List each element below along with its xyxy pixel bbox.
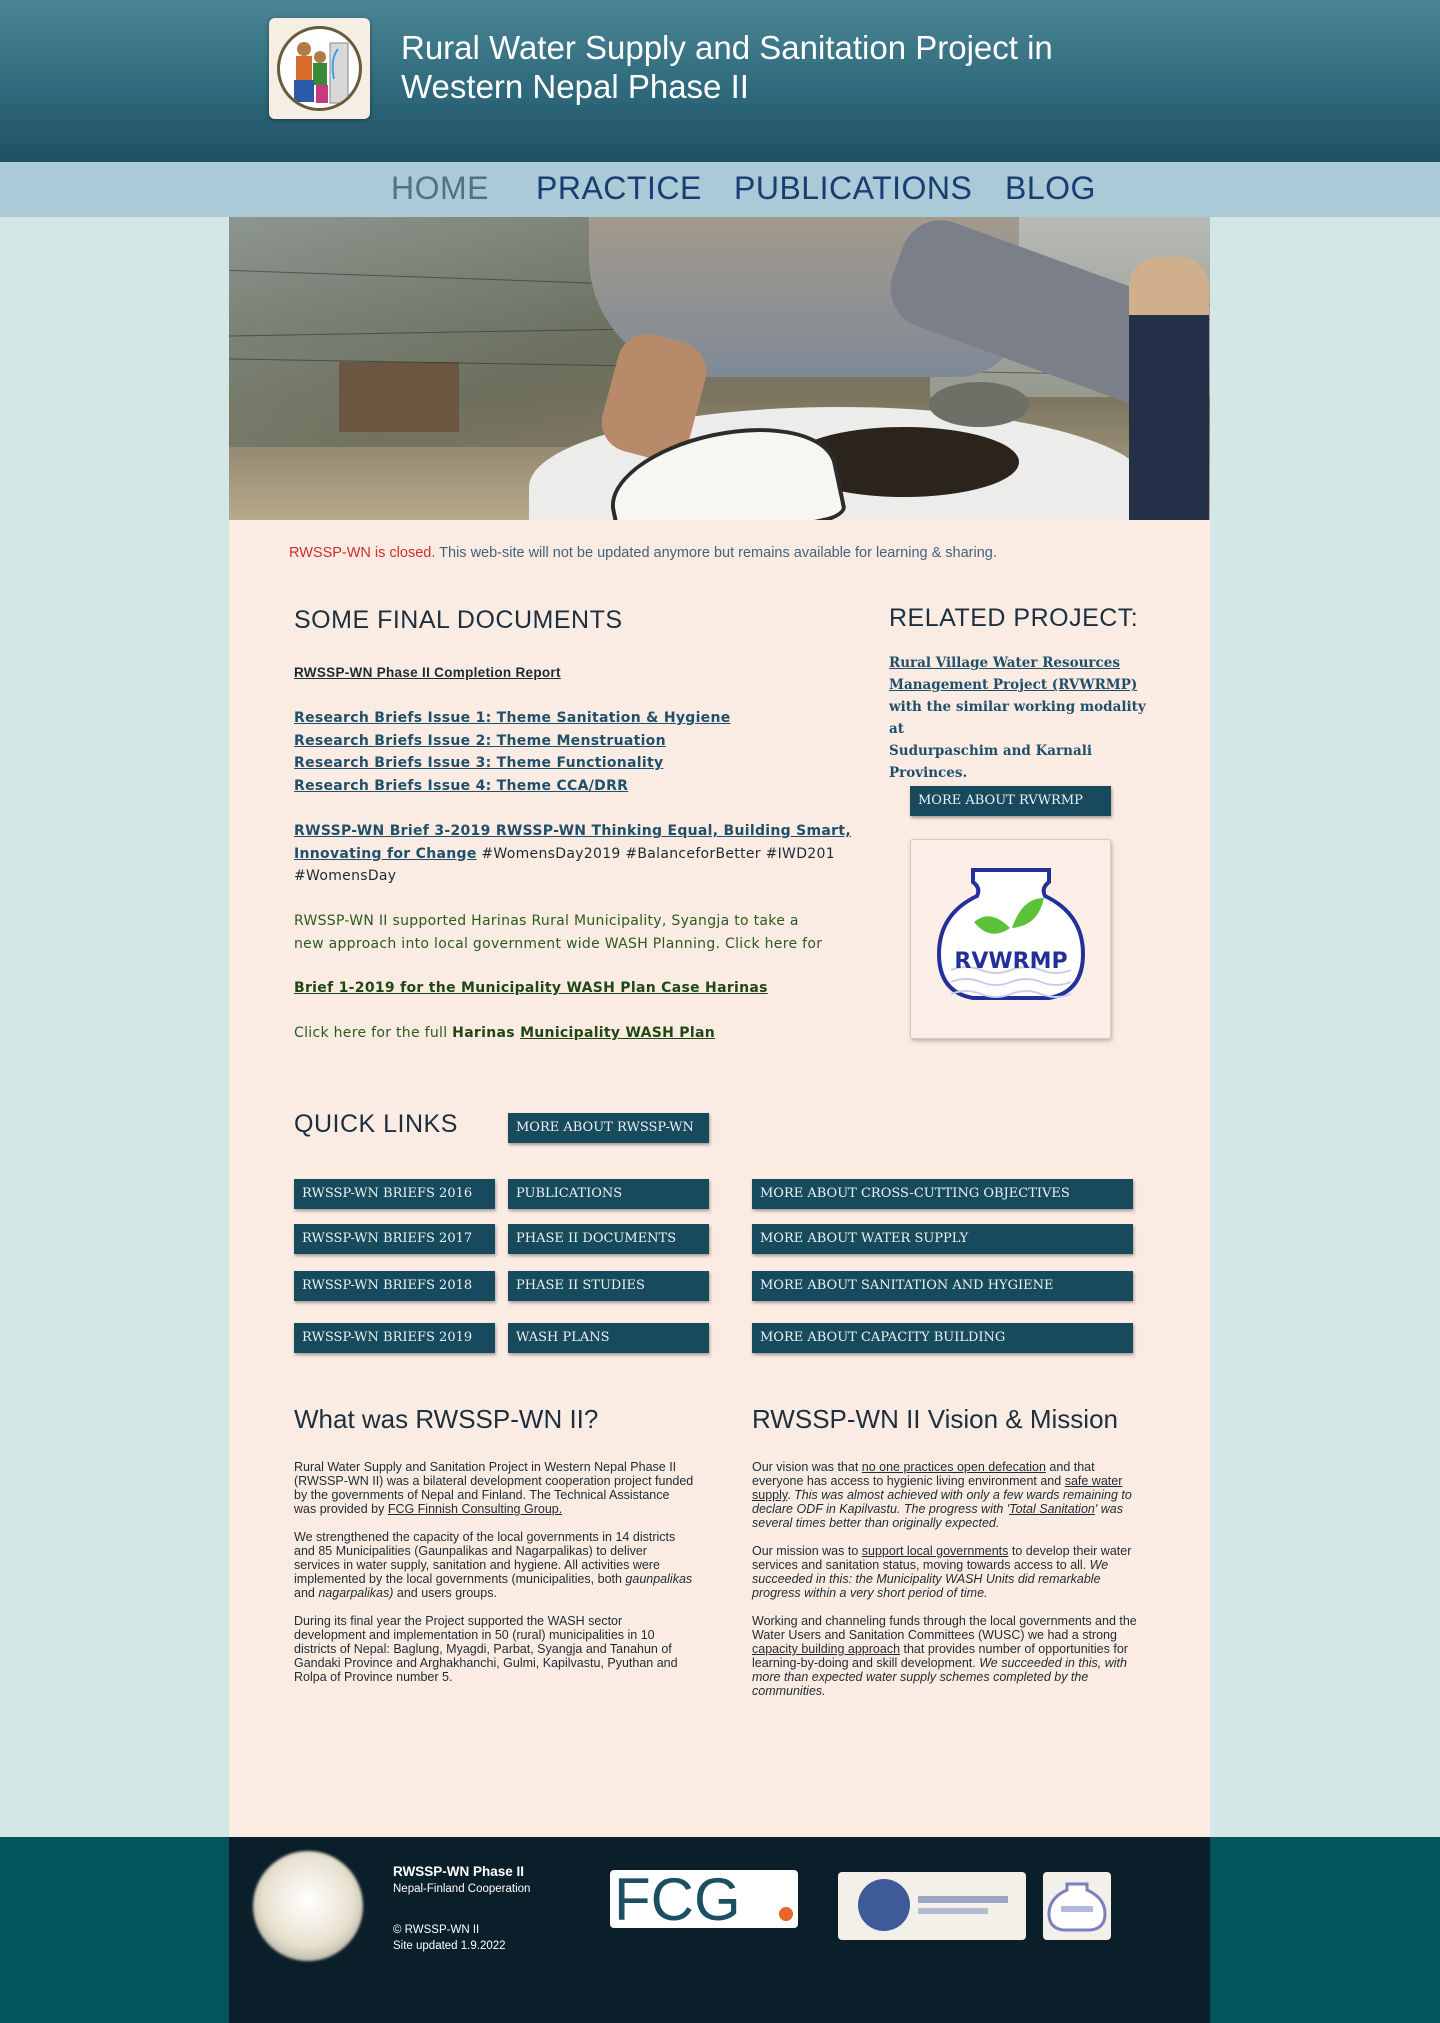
rvwrmp-logo-icon: RVWRMP (936, 868, 1086, 1000)
fcg-logo[interactable]: FCG (610, 1866, 798, 1933)
main-nav (0, 162, 1440, 217)
wash-plans-button[interactable]: WASH PLANS (508, 1323, 709, 1353)
people-water-icon (294, 42, 349, 104)
rvwrmp-small-icon (1047, 1882, 1107, 1932)
what-was-text: Rural Water Supply and Sanitation Projec… (294, 1460, 694, 1684)
capacity-building-button[interactable]: MORE ABOUT CAPACITY BUILDING (752, 1323, 1133, 1353)
quick-links-heading: QUICK LINKS (294, 1110, 458, 1138)
open-defecation-link[interactable]: no one practices open defecation (862, 1460, 1046, 1474)
sanitation-hygiene-button[interactable]: MORE ABOUT SANITATION AND HYGIENE (752, 1271, 1133, 1301)
more-about-rwssp-button[interactable]: MORE ABOUT RWSSP-WN (508, 1113, 709, 1143)
notice-rest: This web-site will not be updated anymor… (435, 545, 997, 561)
more-about-rvwrmp-button[interactable]: MORE ABOUT RVWRMP (910, 786, 1111, 816)
nav-home[interactable]: HOME (391, 170, 489, 207)
capacity-approach-link[interactable]: capacity building approach (752, 1642, 900, 1656)
research-brief-1-link[interactable]: Research Briefs Issue 1: Theme Sanitatio… (294, 707, 854, 730)
fcg-logo-icon: FCG (614, 1866, 793, 1933)
research-brief-3-link[interactable]: Research Briefs Issue 3: Theme Functiona… (294, 752, 854, 775)
partner-logo-icon (858, 1879, 1008, 1931)
final-docs-heading: SOME FINAL DOCUMENTS (294, 606, 623, 634)
hero-image (229, 217, 1210, 520)
support-local-gov-link[interactable]: support local governments (862, 1544, 1009, 1558)
rvwrmp-logo-text: RVWRMP (954, 949, 1067, 974)
footer-subtitle: Nepal-Finland Cooperation (393, 1883, 531, 1895)
footer-updated: Site updated 1.9.2022 (393, 1940, 506, 1952)
brief3-hashtags: #WomensDay2019 #BalanceforBetter #IWD201 (476, 845, 835, 862)
rvwrmp-logo-card[interactable]: RVWRMP (910, 839, 1111, 1039)
nav-blog[interactable]: BLOG (1005, 170, 1096, 207)
wash-plan-link[interactable]: Municipality WASH Plan (520, 1025, 715, 1041)
phase2-documents-button[interactable]: PHASE II DOCUMENTS (508, 1224, 709, 1254)
fcg-link[interactable]: FCG Finnish Consulting Group. (388, 1502, 562, 1516)
what-was-heading: What was RWSSP-WN II? (294, 1404, 599, 1434)
brief3-link-cont[interactable]: Innovating for Change (294, 846, 477, 862)
site-title-line1: Rural Water Supply and Sanitation Projec… (401, 29, 1053, 66)
fcg-logo-text: FCG (614, 1870, 741, 1928)
research-brief-4-link[interactable]: Research Briefs Issue 4: Theme CCA/DRR (294, 775, 854, 798)
nav-publications[interactable]: PUBLICATIONS (734, 170, 972, 207)
nav-practice[interactable]: PRACTICE (536, 170, 702, 207)
site-title[interactable]: Rural Water Supply and Sanitation Projec… (401, 28, 1101, 106)
harinas-word: Harinas (452, 1025, 521, 1041)
site-title-line2: Western Nepal Phase II (401, 68, 749, 105)
related-text-line1: with the similar working modality at (889, 699, 1146, 737)
brief3-hashtags-cont: #WomensDay (294, 868, 397, 884)
vision-heading: RWSSP-WN II Vision & Mission (752, 1404, 1119, 1434)
water-supply-button[interactable]: MORE ABOUT WATER SUPPLY (752, 1224, 1133, 1254)
briefs-2019-button[interactable]: RWSSP-WN BRIEFS 2019 (294, 1323, 495, 1353)
closed-text: RWSSP-WN is closed. (289, 545, 436, 561)
vision-text: Our vision was that no one practices ope… (752, 1460, 1137, 1698)
rvwrmp-link-cont[interactable]: Management Project (RVWRMP) (889, 677, 1137, 693)
related-description: Rural Village Water Resources Management… (889, 652, 1149, 784)
completion-report-link[interactable]: RWSSP-WN Phase II Completion Report (294, 665, 561, 680)
click-full-text: Click here for the full (294, 1025, 453, 1041)
related-heading: RELATED PROJECT: (889, 604, 1139, 632)
briefs-2018-button[interactable]: RWSSP-WN BRIEFS 2018 (294, 1271, 495, 1301)
footer-name: RWSSP-WN Phase II (393, 1864, 525, 1879)
cross-cutting-button[interactable]: MORE ABOUT CROSS-CUTTING OBJECTIVES (752, 1179, 1133, 1209)
briefs-2017-button[interactable]: RWSSP-WN BRIEFS 2017 (294, 1224, 495, 1254)
briefs-2016-button[interactable]: RWSSP-WN BRIEFS 2016 (294, 1179, 495, 1209)
publications-button[interactable]: PUBLICATIONS (508, 1179, 709, 1209)
rvwrmp-link[interactable]: Rural Village Water Resources (889, 655, 1120, 671)
harinas-text-line1: RWSSP-WN II supported Harinas Rural Muni… (294, 913, 799, 929)
site-logo[interactable] (269, 18, 370, 119)
partner-logo[interactable] (838, 1872, 1026, 1940)
phase2-studies-button[interactable]: PHASE II STUDIES (508, 1271, 709, 1301)
brief1-harinas-link[interactable]: Brief 1-2019 for the Municipality WASH P… (294, 980, 768, 996)
closure-notice: RWSSP-WN is closed. This web-site will n… (289, 545, 997, 561)
footer-copyright: © RWSSP-WN II (393, 1924, 480, 1936)
total-sanitation-link[interactable]: Total Sanitation (1009, 1502, 1095, 1516)
harinas-text-line2: new approach into local government wide … (294, 935, 823, 952)
research-brief-2-link[interactable]: Research Briefs Issue 2: Theme Menstruat… (294, 730, 854, 753)
rvwrmp-footer-logo[interactable] (1043, 1872, 1111, 1940)
brief3-link[interactable]: RWSSP-WN Brief 3-2019 RWSSP-WN Thinking … (294, 823, 851, 839)
footer-logo[interactable] (253, 1851, 363, 1961)
related-text-line2: Sudurpaschim and Karnali Provinces. (889, 743, 1092, 781)
